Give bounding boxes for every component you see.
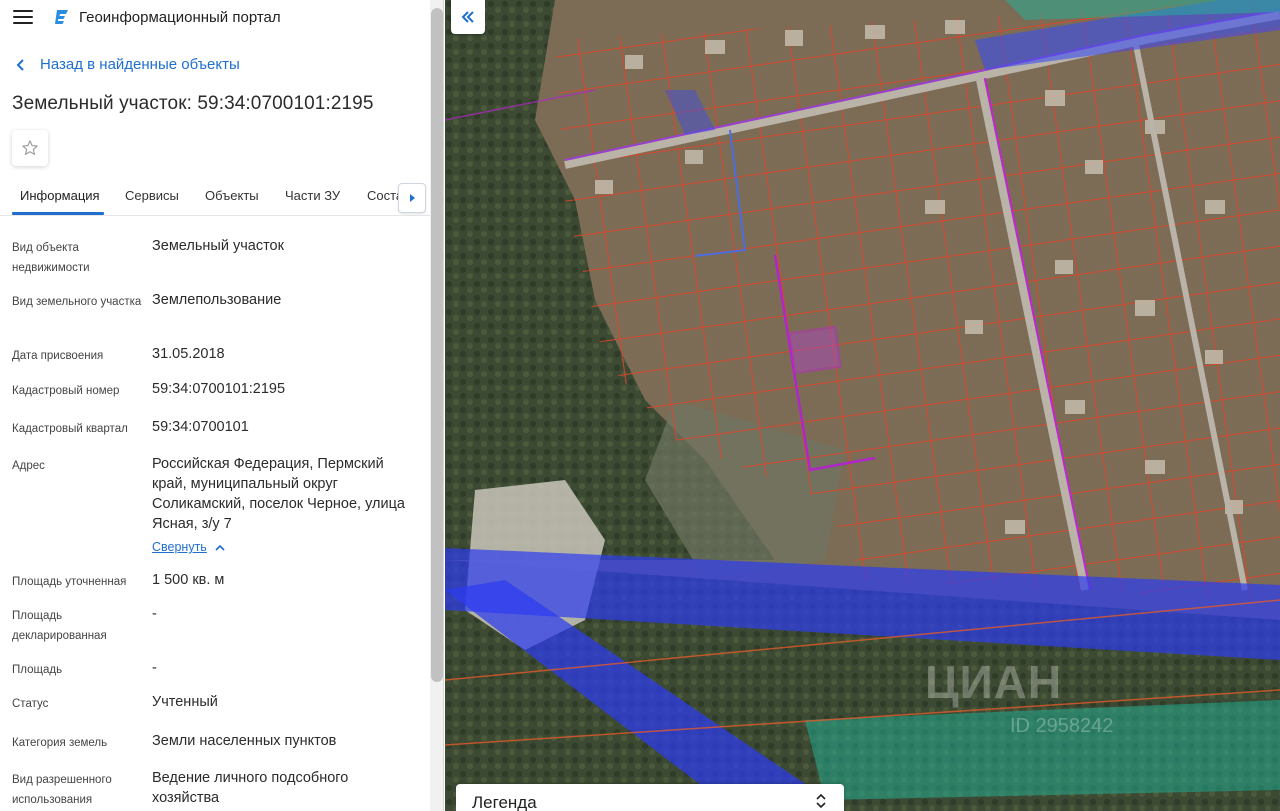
info-panel: Геоинформационный портал Назад в найденн… [0,0,444,811]
satellite-map-image [445,0,1280,811]
tab-parcel-parts[interactable]: Части ЗУ [285,188,340,203]
double-chevron-left-icon [461,11,474,23]
watermark-id: ID 2958242 [1010,715,1114,737]
collapse-label: Свернуть [152,540,207,554]
field-value-container: Российская Федерация, Пермский край, мун… [152,454,407,570]
field-object-type: Вид объекта недвижимости Земельный участ… [0,236,430,290]
field-value: - [152,660,157,676]
address-text: Российская Федерация, Пермский край, мун… [152,456,405,532]
star-icon [22,140,38,156]
expand-collapse-icon [816,793,826,809]
active-tab-indicator [12,212,104,215]
field-value: Ведение личного подсобного хозяйства [152,770,349,806]
app-root: Геоинформационный портал Назад в найденн… [0,0,1280,811]
field-cadastral-quarter: Кадастровый квартал 59:34:0700101 [0,417,430,454]
field-value: Учтенный [152,694,218,710]
app-title: Геоинформационный портал [79,8,281,26]
chevron-up-icon [215,544,225,551]
field-label: Категория земель [12,737,108,749]
field-land-category: Категория земель Земли населенных пункто… [0,731,430,768]
caret-right-icon [410,194,415,202]
legend-title: Легенда [472,793,537,811]
field-label: Кадастровый номер [12,385,120,397]
portal-logo-icon [55,10,68,24]
field-status: Статус Учтенный [0,692,430,731]
field-address: Адрес Российская Федерация, Пермский кра… [0,454,430,570]
field-permitted-use: Вид разрешенного использования Ведение л… [0,768,430,811]
field-value: Землепользование [152,292,282,308]
map-view[interactable] [445,0,1280,811]
field-label: Дата присвоения [12,350,104,362]
field-label: Площадь [12,664,63,676]
field-value: 1 500 кв. м [152,572,225,588]
attributes-list: Вид объекта недвижимости Земельный участ… [0,236,430,811]
field-value: Земли населенных пунктов [152,733,337,749]
field-value: 31.05.2018 [152,346,225,362]
tabs-scroll-right-button[interactable] [398,183,426,213]
field-cadastral-number: Кадастровый номер 59:34:0700101:2195 [0,379,430,417]
field-label: Кадастровый квартал [12,423,128,435]
page-title: Земельный участок: 59:34:0700101:2195 [12,93,374,114]
top-bar: Геоинформационный портал [0,0,443,34]
tab-objects[interactable]: Объекты [205,188,259,203]
back-to-results-link[interactable]: Назад в найденные объекты [16,56,240,73]
field-value: - [152,606,157,622]
watermark: ЦИАН [925,656,1063,708]
field-area-specified: Площадь уточненная 1 500 кв. м [0,570,430,604]
field-label: Статус [12,698,49,710]
field-label: Адрес [12,460,45,472]
chevron-left-icon [16,58,24,71]
field-value: 59:34:0700101:2195 [152,381,286,397]
tab-services[interactable]: Сервисы [125,188,179,203]
field-area-declared: Площадь декларированная - [0,604,430,658]
field-area: Площадь - [0,658,430,692]
hamburger-menu-icon[interactable] [13,10,33,24]
field-label: Вид разрешенного использования [12,774,112,806]
tab-information[interactable]: Информация [20,188,100,203]
tab-bar: Информация Сервисы Объекты Части ЗУ Сост… [0,178,430,216]
field-assignment-date: Дата присвоения 31.05.2018 [0,344,430,379]
field-label: Площадь уточненная [12,576,127,588]
field-value: 59:34:0700101 [152,419,249,435]
panel-scrollbar-thumb[interactable] [431,8,443,682]
collapse-panel-button[interactable] [451,0,485,34]
field-label: Вид объекта недвижимости [12,242,90,274]
back-link-label: Назад в найденные объекты [40,56,240,73]
field-parcel-type: Вид земельного участка Землепользование [0,290,430,344]
legend-panel[interactable]: Легенда [456,784,844,811]
field-label: Вид земельного участка [12,296,142,308]
field-label: Площадь декларированная [12,610,107,642]
field-value: Земельный участок [152,238,284,254]
collapse-address-link[interactable]: Свернуть [152,537,225,557]
favorite-button[interactable] [12,130,48,166]
